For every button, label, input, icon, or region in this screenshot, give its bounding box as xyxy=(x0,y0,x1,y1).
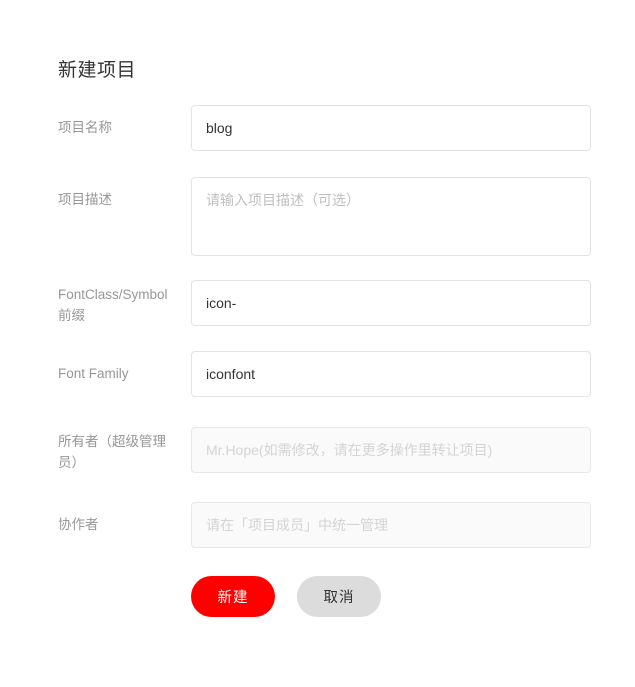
new-project-form: 项目名称 项目描述 FontClass/Symbol 前缀 Font Famil… xyxy=(0,105,635,617)
field-control-fontclass-prefix xyxy=(191,280,591,326)
label-collaborators: 协作者 xyxy=(58,517,99,532)
font-family-input[interactable] xyxy=(191,351,591,397)
field-control-font-family xyxy=(191,351,591,397)
fontclass-prefix-input[interactable] xyxy=(191,280,591,326)
label-project-name: 项目名称 xyxy=(58,120,112,135)
project-description-textarea[interactable] xyxy=(191,177,591,256)
field-control-owner xyxy=(191,427,591,473)
label-project-description: 项目描述 xyxy=(58,192,112,207)
create-button[interactable]: 新建 xyxy=(191,576,275,617)
label-owner: 所有者（超级管理员） xyxy=(58,434,166,470)
form-row-project-name: 项目名称 xyxy=(0,105,635,151)
label-font-family: Font Family xyxy=(58,366,129,381)
field-control-collaborators xyxy=(191,502,591,548)
project-name-input[interactable] xyxy=(191,105,591,151)
form-row-fontclass-prefix: FontClass/Symbol 前缀 xyxy=(0,280,635,326)
form-row-project-description: 项目描述 xyxy=(0,177,635,256)
new-project-page: 新建项目 项目名称 项目描述 FontClass/Symbol 前缀 Font … xyxy=(0,0,635,687)
label-fontclass-prefix: FontClass/Symbol 前缀 xyxy=(58,287,168,323)
collaborators-input xyxy=(191,502,591,548)
form-row-collaborators: 协作者 xyxy=(0,502,635,548)
page-title: 新建项目 xyxy=(58,59,137,81)
form-row-owner: 所有者（超级管理员） xyxy=(0,427,635,473)
owner-input xyxy=(191,427,591,473)
field-control-project-name xyxy=(191,105,591,151)
cancel-button[interactable]: 取消 xyxy=(297,576,381,617)
field-control-project-description xyxy=(191,177,591,256)
form-row-font-family: Font Family xyxy=(0,351,635,397)
form-actions: 新建 取消 xyxy=(191,576,635,617)
